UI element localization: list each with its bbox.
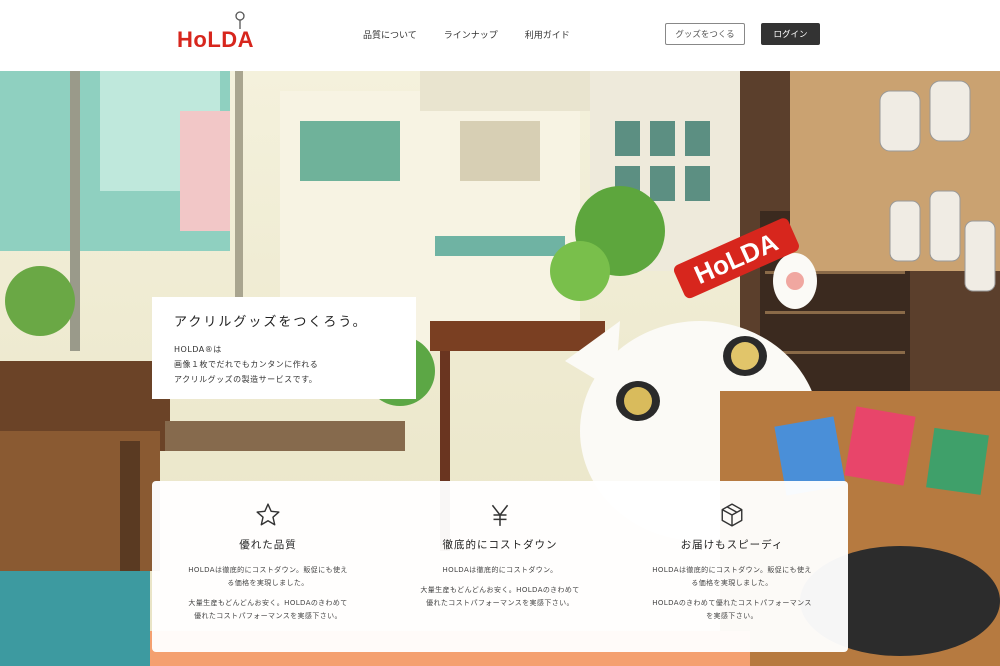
feature-delivery: お届けもスピーディ HOLDAは徹底的にコストダウン。販促にも使える価格を実現し… [616,481,848,652]
nav-guide[interactable]: 利用ガイド [525,28,570,41]
features-panel: 優れた品質 HOLDAは徹底的にコストダウン。販促にも使える価格を実現しました。… [152,481,848,652]
login-button[interactable]: ログイン [761,23,820,45]
feature-cost: 徹底的にコストダウン HOLDAは徹底的にコストダウン。 大量生産もどんどんお安… [384,481,616,652]
nav-lineup[interactable]: ラインナップ [444,28,498,41]
main-nav: 品質について ラインナップ 利用ガイド [363,28,570,41]
hero-line: アクリルグッズの製造サービスです。 [174,375,318,384]
hero-description: HOLDA®は 画像１枚でだれでもカンタンに作れる アクリルグッズの製造サービス… [174,342,416,387]
feature-text: 大量生産もどんどんお安く。HOLDAのきわめて優れたコストパフォーマンスを実感下… [188,599,348,620]
feature-text: HOLDAは徹底的にコストダウン。販促にも使える価格を実現しました。 [652,566,812,587]
feature-text: HOLDAは徹底的にコストダウン。販促にも使える価格を実現しました。 [188,566,348,587]
feature-quality: 優れた品質 HOLDAは徹底的にコストダウン。販促にも使える価格を実現しました。… [152,481,384,652]
make-goods-button[interactable]: グッズをつくる [665,23,745,45]
site-header: HoLDA 品質について ラインナップ 利用ガイド グッズをつくる ログイン [0,0,1000,71]
yen-icon [486,501,514,529]
holda-logo[interactable]: HoLDA [177,11,254,53]
feature-title: お届けもスピーディ [680,539,784,551]
key-ring-icon [235,11,245,29]
feature-text: HOLDAは徹底的にコストダウン。 [442,566,558,574]
feature-text: 大量生産もどんどんお安く。HOLDAのきわめて優れたコストパフォーマンスを実感下… [420,586,580,607]
star-icon [254,501,282,529]
nav-quality[interactable]: 品質について [363,28,417,41]
intro-card: アクリルグッズをつくろう。 HOLDA®は 画像１枚でだれでもカンタンに作れる … [152,297,416,399]
feature-title: 優れた品質 [239,539,297,551]
hero-line: HOLDA®は [174,345,222,354]
feature-text: HOLDAのきわめて優れたコストパフォーマンスを実感下さい。 [652,599,812,620]
hero-title: アクリルグッズをつくろう。 [174,315,368,330]
box-icon [718,501,746,529]
hero-line: 画像１枚でだれでもカンタンに作れる [174,360,319,369]
feature-title: 徹底的にコストダウン [442,539,558,551]
